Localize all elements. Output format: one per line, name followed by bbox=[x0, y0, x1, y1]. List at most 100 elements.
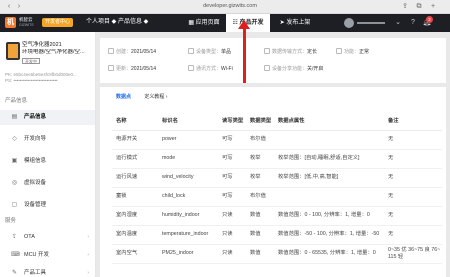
sidebar-item-device-manage[interactable]: ▢ 设备管理 bbox=[0, 198, 95, 213]
chevron-down-icon[interactable]: ⌄ bbox=[393, 18, 403, 28]
sidebar-item-product-tools[interactable]: ✎ 产品工具 › bbox=[0, 266, 95, 277]
sidebar-item-virtual-device[interactable]: ◎ 虚拟设备 bbox=[0, 176, 95, 191]
cell: 无 bbox=[384, 168, 442, 188]
help-icon[interactable]: ? bbox=[408, 18, 418, 28]
clock-icon bbox=[108, 48, 114, 54]
sidebar-item-ota[interactable]: ⇪ OTA › bbox=[0, 230, 95, 245]
cell: 布尔值 bbox=[246, 187, 274, 207]
cell: PM25_indoor bbox=[158, 244, 218, 264]
forward-icon[interactable]: › bbox=[14, 2, 24, 11]
share-icon[interactable]: ⇪ bbox=[400, 2, 410, 11]
data-transfer-field: 数据传输方式：定长 bbox=[264, 48, 317, 56]
tab-app-pages[interactable]: ▦ 应用页面 bbox=[184, 14, 224, 32]
table-row[interactable]: 室内空气 PM25_indoor 只读 数值 数值范围：0 - 65535, 分… bbox=[112, 244, 442, 264]
tab-datapoints[interactable]: 数据点 bbox=[116, 94, 131, 100]
logo-text: 机智云 GIZWITS bbox=[19, 17, 34, 28]
status-field: 功能：正常 bbox=[336, 48, 369, 56]
cell: 布尔值 bbox=[246, 130, 274, 150]
col-attributes: 数据点属性 bbox=[274, 111, 384, 131]
chevron-right-icon: › bbox=[87, 270, 89, 276]
table-header-row: 名称 标识名 读写类型 数据类型 数据点属性 备注 bbox=[112, 111, 442, 131]
cell: 枚举 bbox=[246, 149, 274, 169]
annotation-arrow-shaft bbox=[243, 25, 246, 83]
cell: 数值 bbox=[246, 206, 274, 226]
col-remark: 备注 bbox=[384, 111, 442, 131]
table-row[interactable]: 电源开关 power 可写 布尔值 无 bbox=[112, 130, 442, 150]
chevron-right-icon: › bbox=[87, 252, 89, 258]
sidebar-item-label: 虚拟设备 bbox=[24, 180, 47, 186]
upload-icon: ⇪ bbox=[11, 234, 18, 240]
tabs-icon[interactable]: ⧉ bbox=[414, 2, 424, 11]
device-icon: ◎ bbox=[11, 180, 18, 186]
logo-line-1: 机智云 bbox=[19, 17, 33, 22]
sidebar: 空气净化器2021 环境电器/空气净化器/空... 开发中 PK: e5bc4e… bbox=[0, 32, 96, 277]
transfer-icon bbox=[264, 48, 270, 54]
tab-tutorial[interactable]: 定义教程 › bbox=[144, 94, 167, 100]
product-image bbox=[6, 42, 20, 60]
logo-line-2: GIZWITS bbox=[19, 22, 34, 27]
cell: humidity_indoor bbox=[158, 206, 218, 226]
device-icon bbox=[188, 48, 194, 54]
cell: 0~35 优 36~75 良 76~115 轻 bbox=[384, 244, 442, 264]
cell: 数值范围：-50 - 100, 分辨率：1, 增量：-50 bbox=[274, 225, 384, 245]
notification-badge: 2 bbox=[426, 16, 433, 23]
sidebar-item-label: 设备管理 bbox=[24, 202, 47, 208]
tab-app-pages-label: 应用页面 bbox=[195, 20, 220, 26]
sidebar-item-label: 产品信息 bbox=[24, 114, 47, 120]
wifi-icon bbox=[188, 65, 194, 71]
product-category: 环境电器/空气净化器/空... bbox=[22, 49, 85, 55]
cell: 童锁 bbox=[112, 187, 158, 207]
col-rw-type: 读写类型 bbox=[218, 111, 246, 131]
cell: 室内空气 bbox=[112, 244, 158, 264]
col-identifier: 标识名 bbox=[158, 111, 218, 131]
cell bbox=[274, 187, 384, 207]
developer-center-badge[interactable]: 开发者中心 bbox=[42, 18, 74, 27]
cell: 只读 bbox=[218, 244, 246, 264]
back-icon[interactable]: ‹ bbox=[4, 2, 14, 11]
username-redacted[interactable] bbox=[357, 22, 385, 24]
sidebar-item-module-info[interactable]: ▣ 模组信息 bbox=[0, 154, 95, 169]
section-service: 服务 bbox=[5, 218, 17, 224]
product-status-tag: 开发中 bbox=[22, 58, 40, 64]
table-row[interactable]: 室内湿度 humidity_indoor 只读 数值 数值范围：0 - 100,… bbox=[112, 206, 442, 226]
datapoint-table: 名称 标识名 读写类型 数据类型 数据点属性 备注 电源开关 power 可写 … bbox=[112, 111, 442, 264]
avatar[interactable] bbox=[344, 18, 354, 28]
sidebar-item-label: 模组信息 bbox=[24, 158, 47, 164]
sidebar-item-mcu-dev[interactable]: ⌨ MCU 开发 › bbox=[0, 248, 95, 263]
cell: 可写 bbox=[218, 168, 246, 188]
sidebar-item-product-info[interactable]: ▤ 产品信息 bbox=[0, 110, 95, 125]
share-field: 设备分享功能：关/开启 bbox=[264, 65, 323, 73]
cell: 室内湿度 bbox=[112, 206, 158, 226]
project-breadcrumb[interactable]: 个人项目 ◆ 产品信息 ◆ bbox=[86, 18, 148, 27]
cell: temperature_indoor bbox=[158, 225, 218, 245]
table-row[interactable]: 运行模式 mode 可写 枚举 枚举范围：[自动,睡眠,舒适,自定义] 无 bbox=[112, 149, 442, 169]
address-bar[interactable]: developer.gizwits.com bbox=[175, 2, 285, 11]
tab-publish-label: 发布上架 bbox=[286, 20, 311, 26]
datapoint-tabs: 数据点 定义教程 › bbox=[116, 94, 179, 101]
cell: 无 bbox=[384, 187, 442, 207]
cell: 可写 bbox=[218, 130, 246, 150]
table-row[interactable]: 童锁 child_lock 可写 布尔值 无 bbox=[112, 187, 442, 207]
sidebar-item-dev-guide[interactable]: ◇ 开发向导 bbox=[0, 132, 95, 147]
table-row[interactable]: 运行风速 wind_velocity 可写 枚举 枚举范围：[低,中,高,智能]… bbox=[112, 168, 442, 188]
tab-publish[interactable]: ➤ 发布上架 bbox=[275, 14, 315, 32]
updated-field: 更新：2021/05/14 bbox=[108, 65, 156, 73]
sidebar-item-label: MCU 开发 bbox=[24, 252, 50, 258]
product-summary-panel: 创建：2021/05/14 设备类型：单品 数据传输方式：定长 功能：正常 更新… bbox=[100, 38, 446, 83]
sidebar-item-label: OTA bbox=[24, 234, 35, 240]
app-header: 机 机智云 GIZWITS 开发者中心 个人项目 ◆ 产品信息 ◆ ▦ 应用页面… bbox=[0, 14, 450, 32]
gizwits-logo-icon[interactable]: 机 bbox=[5, 17, 16, 28]
refresh-icon bbox=[108, 65, 114, 71]
cell: 只读 bbox=[218, 206, 246, 226]
screenshot-root: ‹ › developer.gizwits.com ⇪ ⧉ + 机 机智云 GI… bbox=[0, 0, 450, 277]
created-field: 创建：2021/05/14 bbox=[108, 48, 156, 56]
status-icon bbox=[336, 48, 342, 54]
cell: 电源开关 bbox=[112, 130, 158, 150]
new-tab-icon[interactable]: + bbox=[428, 2, 438, 11]
device-type-field: 设备类型：单品 bbox=[188, 48, 231, 56]
cell: power bbox=[158, 130, 218, 150]
cell: 数值 bbox=[246, 244, 274, 264]
code-icon: ⌨ bbox=[11, 252, 20, 258]
product-secret[interactable]: PS: •••••••••••••••••••••••••••• bbox=[5, 78, 95, 84]
table-row[interactable]: 室内温度 temperature_indoor 只读 数值 数值范围：-50 -… bbox=[112, 225, 442, 245]
